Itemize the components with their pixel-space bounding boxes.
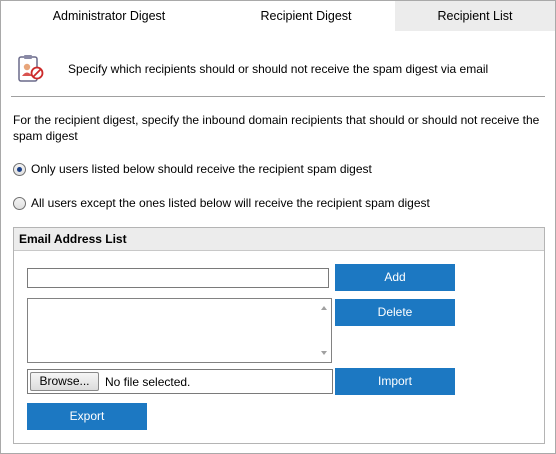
radio-label: Only users listed below should receive t…	[31, 162, 372, 176]
browse-button[interactable]: Browse...	[30, 372, 99, 391]
tab-recipient-digest[interactable]: Recipient Digest	[217, 1, 395, 31]
scroll-up-icon[interactable]	[321, 306, 327, 310]
radio-button-unchecked[interactable]	[13, 196, 26, 210]
description-text: For the recipient digest, specify the in…	[13, 113, 540, 143]
email-address-input[interactable]	[27, 268, 329, 288]
radio-button-checked[interactable]	[13, 162, 26, 176]
header-text: Specify which recipients should or shoul…	[68, 62, 489, 76]
email-address-list-panel: Email Address List Add Delete Browse... …	[13, 227, 545, 444]
radio-label: All users except the ones listed below w…	[31, 196, 430, 210]
tab-administrator-digest[interactable]: Administrator Digest	[1, 1, 217, 31]
scroll-down-icon[interactable]	[321, 351, 327, 355]
header-divider	[11, 96, 545, 97]
import-button[interactable]: Import	[335, 368, 455, 395]
export-button[interactable]: Export	[27, 403, 147, 430]
file-status-text: No file selected.	[105, 375, 191, 389]
delete-button[interactable]: Delete	[335, 299, 455, 326]
email-address-listbox[interactable]	[27, 298, 332, 363]
tab-bar: Administrator Digest Recipient Digest Re…	[1, 1, 555, 31]
listbox-scrollbar[interactable]	[317, 299, 331, 362]
radio-all-except-listed[interactable]: All users except the ones listed below w…	[13, 195, 430, 211]
file-input[interactable]: Browse... No file selected.	[27, 369, 333, 394]
add-button[interactable]: Add	[335, 264, 455, 291]
clipboard-users-icon	[15, 53, 47, 85]
panel-title: Email Address List	[14, 228, 544, 251]
tab-recipient-list[interactable]: Recipient List	[395, 1, 555, 31]
recipient-list-window: Administrator Digest Recipient Digest Re…	[0, 0, 556, 454]
radio-only-listed-users[interactable]: Only users listed below should receive t…	[13, 161, 372, 177]
